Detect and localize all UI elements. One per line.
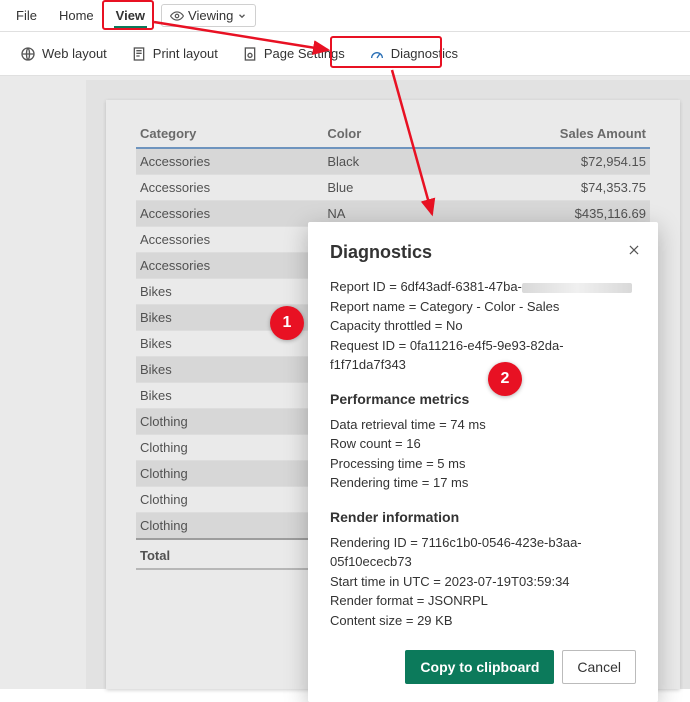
close-icon <box>627 243 641 257</box>
report-name: Report name = Category - Color - Sales <box>330 297 636 317</box>
page-settings-button[interactable]: Page Settings <box>232 40 355 68</box>
viewing-label: Viewing <box>188 8 233 23</box>
cell-category: Clothing <box>136 435 323 461</box>
request-id: Request ID = 0fa11216-e4f5-9e93-82da-f1f… <box>330 336 636 375</box>
close-button[interactable] <box>624 240 644 260</box>
menu-view[interactable]: View <box>106 3 155 28</box>
perf-block: Data retrieval time = 74 ms Row count = … <box>330 415 636 493</box>
col-category[interactable]: Category <box>136 120 323 148</box>
cell-category: Bikes <box>136 331 323 357</box>
print-layout-label: Print layout <box>153 46 218 61</box>
menu-file[interactable]: File <box>6 3 47 28</box>
print-layout-button[interactable]: Print layout <box>121 40 228 68</box>
total-label: Total <box>136 539 323 569</box>
col-color[interactable]: Color <box>323 120 424 148</box>
perf-processing: Processing time = 5 ms <box>330 454 636 474</box>
capacity-throttled: Capacity throttled = No <box>330 316 636 336</box>
cell-category: Accessories <box>136 201 323 227</box>
perf-rendering: Rendering time = 17 ms <box>330 473 636 493</box>
web-layout-button[interactable]: Web layout <box>10 40 117 68</box>
gauge-icon <box>369 46 385 62</box>
view-toolbar: Web layout Print layout Page Settings Di… <box>0 32 690 76</box>
copy-to-clipboard-button[interactable]: Copy to clipboard <box>405 650 554 684</box>
render-block: Rendering ID = 7116c1b0-0546-423e-b3aa-0… <box>330 533 636 631</box>
menu-home[interactable]: Home <box>49 3 104 28</box>
diagnostics-modal: Diagnostics Report ID = 6df43adf-6381-47… <box>308 222 658 702</box>
cell-category: Bikes <box>136 305 323 331</box>
perf-data-retrieval: Data retrieval time = 74 ms <box>330 415 636 435</box>
modal-buttons: Copy to clipboard Cancel <box>330 650 636 684</box>
cell-category: Accessories <box>136 148 323 175</box>
redacted-span <box>522 283 632 293</box>
table-row[interactable]: AccessoriesBlack$72,954.15 <box>136 148 650 175</box>
cell-category: Clothing <box>136 487 323 513</box>
chevron-down-icon <box>237 11 247 21</box>
report-id: Report ID = 6df43adf-6381-47ba- <box>330 279 522 294</box>
modal-info: Report ID = 6df43adf-6381-47ba- Report n… <box>330 277 636 375</box>
diagnostics-label: Diagnostics <box>391 46 458 61</box>
globe-icon <box>20 46 36 62</box>
menubar: File Home View Viewing <box>0 0 690 32</box>
cell-category: Accessories <box>136 175 323 201</box>
cell-category: Clothing <box>136 461 323 487</box>
web-layout-label: Web layout <box>42 46 107 61</box>
perf-header: Performance metrics <box>330 391 636 407</box>
render-id: Rendering ID = 7116c1b0-0546-423e-b3aa-0… <box>330 533 636 572</box>
cell-category: Accessories <box>136 227 323 253</box>
modal-title: Diagnostics <box>330 242 636 263</box>
cell-sales: $72,954.15 <box>424 148 650 175</box>
render-format: Render format = JSONRPL <box>330 591 636 611</box>
table-row[interactable]: AccessoriesBlue$74,353.75 <box>136 175 650 201</box>
perf-row-count: Row count = 16 <box>330 434 636 454</box>
viewing-dropdown[interactable]: Viewing <box>161 4 256 27</box>
diagnostics-button[interactable]: Diagnostics <box>359 40 468 68</box>
cell-category: Clothing <box>136 513 323 540</box>
render-start: Start time in UTC = 2023-07-19T03:59:34 <box>330 572 636 592</box>
cancel-button[interactable]: Cancel <box>562 650 636 684</box>
cell-category: Bikes <box>136 279 323 305</box>
cell-sales: $74,353.75 <box>424 175 650 201</box>
page-icon <box>131 46 147 62</box>
render-header: Render information <box>330 509 636 525</box>
page-settings-label: Page Settings <box>264 46 345 61</box>
cell-category: Clothing <box>136 409 323 435</box>
render-size: Content size = 29 KB <box>330 611 636 631</box>
cell-color: Black <box>323 148 424 175</box>
cell-category: Bikes <box>136 357 323 383</box>
cell-color: Blue <box>323 175 424 201</box>
cell-category: Accessories <box>136 253 323 279</box>
page-gear-icon <box>242 46 258 62</box>
cell-category: Bikes <box>136 383 323 409</box>
col-sales[interactable]: Sales Amount <box>424 120 650 148</box>
eye-icon <box>170 9 184 23</box>
